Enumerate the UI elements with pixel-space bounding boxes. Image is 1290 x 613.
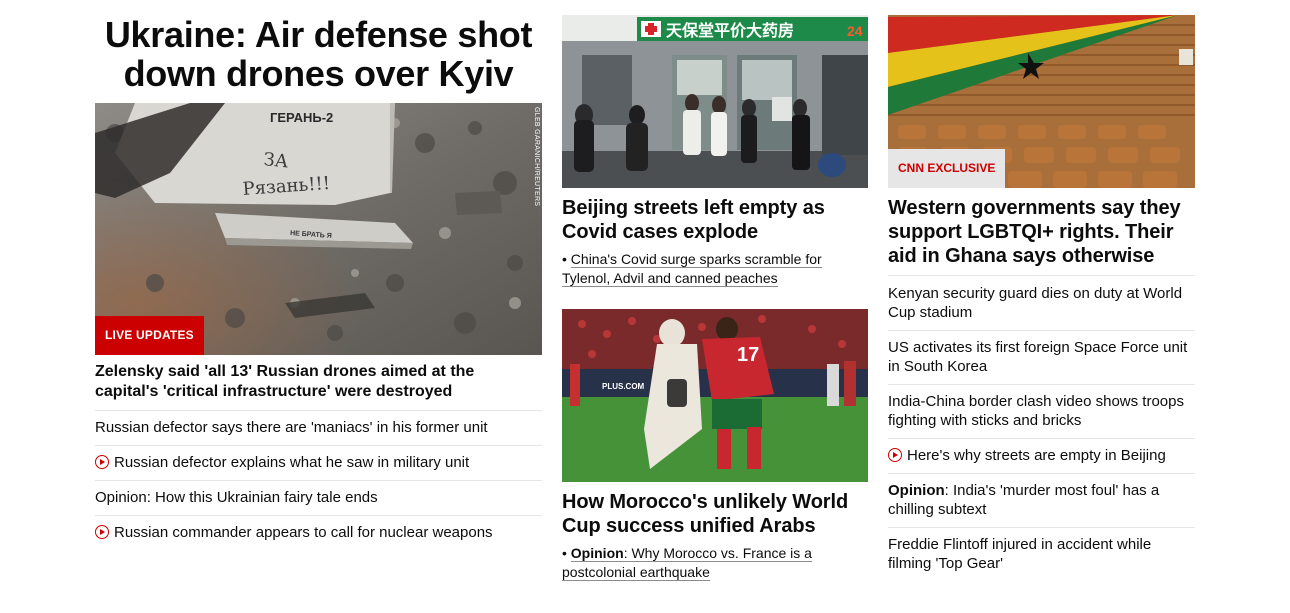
morocco-image[interactable]: PLUS.COM 17: [562, 309, 868, 482]
pharmacy-sign-number: 24: [847, 23, 863, 39]
right-story-2-text: US activates its first foreign Space For…: [888, 339, 1188, 375]
jersey-number: 17: [737, 344, 759, 366]
right-story-1[interactable]: Kenyan security guard dies on duty at Wo…: [888, 276, 1195, 331]
lead-image[interactable]: ГЕРАНЬ-2 ЗА Рязань!!! НЕ БРАТЬ Я GLEB GA…: [95, 103, 542, 355]
beijing-related: • China's Covid surge sparks scramble fo…: [562, 250, 868, 288]
lead-headline[interactable]: Zelensky said 'all 13' Russian drones ai…: [95, 362, 542, 411]
cnn-exclusive-badge: CNN EXCLUSIVE: [888, 149, 1006, 188]
morocco-related: • Opinion: Why Morocco vs. France is a p…: [562, 544, 868, 582]
pharmacy-sign-text: 天保堂平价大药房: [666, 21, 794, 40]
middle-column: 天保堂平价大药房 24 Beijing streets left empty a…: [562, 0, 868, 582]
lead-story-4[interactable]: Russian commander appears to call for nu…: [95, 516, 542, 550]
right-story-4-text: Here's why streets are empty in Beijing: [907, 447, 1166, 464]
lead-story-1[interactable]: Russian defector says there are 'maniacs…: [95, 411, 542, 446]
right-story-1-text: Kenyan security guard dies on duty at Wo…: [888, 285, 1183, 321]
right-story-5[interactable]: Opinion: India's 'murder most foul' has …: [888, 474, 1195, 528]
ghana-image[interactable]: CNN EXCLUSIVE: [888, 15, 1195, 188]
beijing-headline[interactable]: Beijing streets left empty as Covid case…: [562, 196, 868, 244]
opinion-label: Opinion: [570, 545, 624, 561]
right-story-6-text: Freddie Flintoff injured in accident whi…: [888, 536, 1152, 572]
ghana-headline[interactable]: Western governments say they support LGB…: [888, 196, 1195, 276]
lead-story-2[interactable]: Russian defector explains what he saw in…: [95, 446, 542, 481]
handwriting-line-1: ЗА: [262, 149, 289, 173]
pharmacy-street-photo: 天保堂平价大药房 24: [562, 15, 868, 188]
lead-story-4-text: Russian commander appears to call for nu…: [114, 524, 493, 541]
beijing-related-link[interactable]: China's Covid surge sparks scramble for …: [562, 251, 822, 287]
lead-related-stories: Russian defector says there are 'maniacs…: [95, 411, 542, 550]
ad-board-text: PLUS.COM: [602, 382, 645, 391]
right-story-4[interactable]: Here's why streets are empty in Beijing: [888, 439, 1195, 474]
video-play-icon: [95, 455, 109, 469]
morocco-celebration-photo: PLUS.COM 17: [562, 309, 868, 482]
lead-title[interactable]: Ukraine: Air defense shot down drones ov…: [95, 15, 542, 93]
right-story-3-text: India-China border clash video shows tro…: [888, 393, 1184, 429]
lead-story-3-text: Opinion: How this Ukrainian fairy tale e…: [95, 489, 378, 506]
video-play-icon: [95, 525, 109, 539]
right-story-2[interactable]: US activates its first foreign Space For…: [888, 331, 1195, 385]
right-story-3[interactable]: India-China border clash video shows tro…: [888, 385, 1195, 439]
opinion-label: Opinion: [888, 482, 945, 499]
bullet: •: [562, 251, 567, 267]
right-stories: Kenyan security guard dies on duty at Wo…: [888, 276, 1195, 581]
live-updates-badge: LIVE UPDATES: [95, 316, 204, 355]
lead-story-3[interactable]: Opinion: How this Ukrainian fairy tale e…: [95, 481, 542, 516]
video-play-icon: [888, 448, 902, 462]
lead-story-1-text: Russian defector says there are 'maniacs…: [95, 419, 488, 436]
photo-credit: GLEB GARANICH/REUTERS: [533, 107, 540, 207]
drone-model-text: ГЕРАНЬ-2: [270, 110, 333, 125]
beijing-pharmacy-image[interactable]: 天保堂平价大药房 24: [562, 15, 868, 188]
lead-column: Ukraine: Air defense shot down drones ov…: [95, 0, 542, 550]
morocco-related-link[interactable]: Opinion: Why Morocco vs. France is a pos…: [562, 545, 812, 581]
bullet: •: [562, 545, 567, 561]
lead-story-2-text: Russian defector explains what he saw in…: [114, 454, 470, 471]
right-story-6[interactable]: Freddie Flintoff injured in accident whi…: [888, 528, 1195, 581]
right-column: CNN EXCLUSIVE Western governments say th…: [888, 0, 1195, 581]
morocco-headline[interactable]: How Morocco's unlikely World Cup success…: [562, 490, 868, 538]
